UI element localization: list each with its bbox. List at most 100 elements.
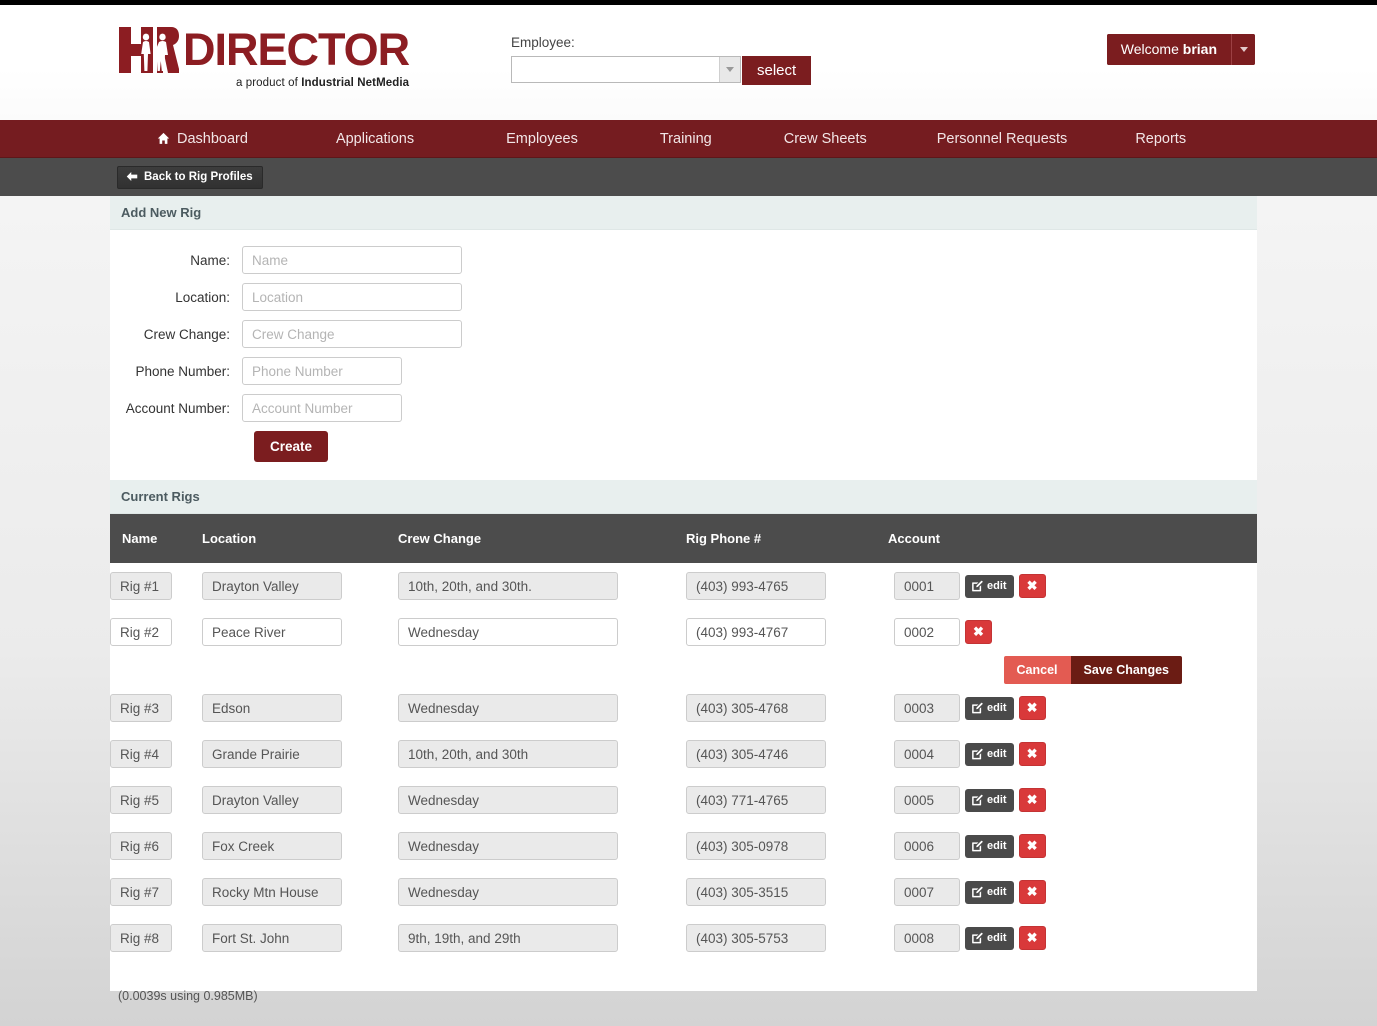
- nav-item-personnel-requests[interactable]: Personnel Requests: [937, 131, 1068, 147]
- rig-name-field-6[interactable]: [110, 832, 172, 860]
- rig-name-field-2[interactable]: [110, 618, 172, 646]
- employee-dropdown[interactable]: [511, 56, 741, 83]
- rig-phone-field-8[interactable]: [686, 924, 826, 952]
- rig-crew-change-field-3[interactable]: [398, 694, 618, 722]
- delete-rig-button-3[interactable]: ✖: [1018, 696, 1046, 720]
- back-to-rig-profiles-button[interactable]: Back to Rig Profiles: [117, 165, 263, 189]
- rig-crew-change-field-5[interactable]: [398, 786, 618, 814]
- close-x-icon: ✖: [973, 624, 984, 639]
- form-row-account-number: Account Number:: [110, 394, 1257, 422]
- rig-crew-change-field-2[interactable]: [398, 618, 618, 646]
- edit-rig-button-6[interactable]: edit: [965, 834, 1014, 858]
- nav-item-dashboard[interactable]: Dashboard: [157, 131, 248, 147]
- delete-rig-button-5[interactable]: ✖: [1018, 788, 1046, 812]
- rig-account-field-2[interactable]: [894, 618, 960, 646]
- crew-change-field[interactable]: [242, 320, 462, 348]
- phone-number-field[interactable]: [242, 357, 402, 385]
- rig-location-field-4[interactable]: [202, 740, 342, 768]
- delete-rig-button-1[interactable]: ✖: [1018, 574, 1046, 598]
- nav-item-training[interactable]: Training: [660, 131, 712, 147]
- nav-label: Training: [659, 130, 712, 147]
- pencil-square-icon: [972, 886, 983, 897]
- rig-location-field-6[interactable]: [202, 832, 342, 860]
- rig-phone-field-6[interactable]: [686, 832, 826, 860]
- pencil-square-icon: [972, 794, 983, 805]
- rig-location-field-1[interactable]: [202, 572, 342, 600]
- edit-actions-row: Cancel Save Changes: [110, 655, 1257, 685]
- rig-crew-change-field-4[interactable]: [398, 740, 618, 768]
- rig-location-field-2[interactable]: [202, 618, 342, 646]
- page-stats: (0.0039s using 0.985MB): [118, 989, 258, 1003]
- current-rigs-table: Name Location Crew Change Rig Phone # Ac…: [110, 514, 1257, 961]
- select-button[interactable]: select: [742, 56, 812, 85]
- delete-rig-button-4[interactable]: ✖: [1018, 742, 1046, 766]
- rig-name-field-5[interactable]: [110, 786, 172, 814]
- column-header-name: Name: [110, 514, 202, 563]
- nav-item-applications[interactable]: Applications: [336, 131, 414, 147]
- name-field[interactable]: [242, 246, 462, 274]
- rig-crew-change-field-8[interactable]: [398, 924, 618, 952]
- rig-phone-field-5[interactable]: [686, 786, 826, 814]
- rig-crew-change-field-1[interactable]: [398, 572, 618, 600]
- rig-name-field-7[interactable]: [110, 878, 172, 906]
- edit-rig-button-3[interactable]: edit: [965, 696, 1014, 720]
- form-row-name: Name:: [110, 246, 1257, 274]
- delete-rig-button-7[interactable]: ✖: [1018, 880, 1046, 904]
- nav-item-crew-sheets[interactable]: Crew Sheets: [784, 131, 867, 147]
- delete-rig-button-2[interactable]: ✖: [965, 620, 992, 644]
- location-field[interactable]: [242, 283, 462, 311]
- rig-name-field-8[interactable]: [110, 924, 172, 952]
- close-x-icon: ✖: [1026, 578, 1038, 593]
- save-changes-button[interactable]: Save Changes: [1070, 656, 1182, 684]
- form-row-crew-change: Crew Change:: [110, 320, 1257, 348]
- nav-item-employees[interactable]: Employees: [506, 131, 578, 147]
- rig-name-field-4[interactable]: [110, 740, 172, 768]
- rig-phone-field-3[interactable]: [686, 694, 826, 722]
- rig-account-field-7[interactable]: [894, 878, 960, 906]
- brand-logo[interactable]: DIRECTOR a product of Industrial NetMedi…: [117, 25, 410, 89]
- create-button[interactable]: Create: [254, 431, 329, 462]
- rig-account-field-3[interactable]: [894, 694, 960, 722]
- cancel-button[interactable]: Cancel: [1003, 656, 1071, 684]
- rig-crew-change-field-6[interactable]: [398, 832, 618, 860]
- nav-label: Employees: [506, 130, 578, 147]
- rig-phone-field-2[interactable]: [686, 618, 826, 646]
- delete-rig-button-6[interactable]: ✖: [1018, 834, 1046, 858]
- edit-button-label: edit: [987, 793, 1007, 806]
- employee-input[interactable]: [512, 57, 719, 82]
- rig-phone-field-4[interactable]: [686, 740, 826, 768]
- nav-item-reports[interactable]: Reports: [1135, 131, 1186, 147]
- rig-name-field-1[interactable]: [110, 572, 172, 600]
- welcome-button[interactable]: Welcome brian: [1106, 34, 1231, 65]
- rig-account-field-5[interactable]: [894, 786, 960, 814]
- rig-account-field-4[interactable]: [894, 740, 960, 768]
- rig-phone-field-7[interactable]: [686, 878, 826, 906]
- nav-label: Crew Sheets: [783, 130, 867, 147]
- account-number-field[interactable]: [242, 394, 402, 422]
- user-menu-chevron-down-icon[interactable]: [1231, 34, 1255, 65]
- edit-button-label: edit: [987, 579, 1007, 592]
- delete-rig-button-8[interactable]: ✖: [1018, 926, 1046, 950]
- rig-location-field-3[interactable]: [202, 694, 342, 722]
- phone-number-label: Phone Number:: [135, 363, 230, 379]
- employee-label: Employee:: [511, 35, 575, 50]
- rig-crew-change-field-7[interactable]: [398, 878, 618, 906]
- content-container: Add New Rig Name: Location: Crew Change:…: [110, 196, 1257, 991]
- user-menu[interactable]: Welcome brian: [1106, 34, 1255, 65]
- rig-account-field-1[interactable]: [894, 572, 960, 600]
- edit-rig-button-5[interactable]: edit: [965, 788, 1014, 812]
- edit-rig-button-1[interactable]: edit: [965, 574, 1014, 598]
- rig-location-field-5[interactable]: [202, 786, 342, 814]
- edit-rig-button-7[interactable]: edit: [965, 880, 1014, 904]
- rig-account-field-8[interactable]: [894, 924, 960, 952]
- edit-rig-button-8[interactable]: edit: [965, 926, 1014, 950]
- page-body: Add New Rig Name: Location: Crew Change:…: [0, 196, 1377, 1026]
- rig-name-field-3[interactable]: [110, 694, 172, 722]
- rig-location-field-8[interactable]: [202, 924, 342, 952]
- edit-button-label: edit: [987, 885, 1007, 898]
- edit-rig-button-4[interactable]: edit: [965, 742, 1014, 766]
- rig-phone-field-1[interactable]: [686, 572, 826, 600]
- rig-account-field-6[interactable]: [894, 832, 960, 860]
- chevron-down-icon[interactable]: [719, 57, 740, 82]
- rig-location-field-7[interactable]: [202, 878, 342, 906]
